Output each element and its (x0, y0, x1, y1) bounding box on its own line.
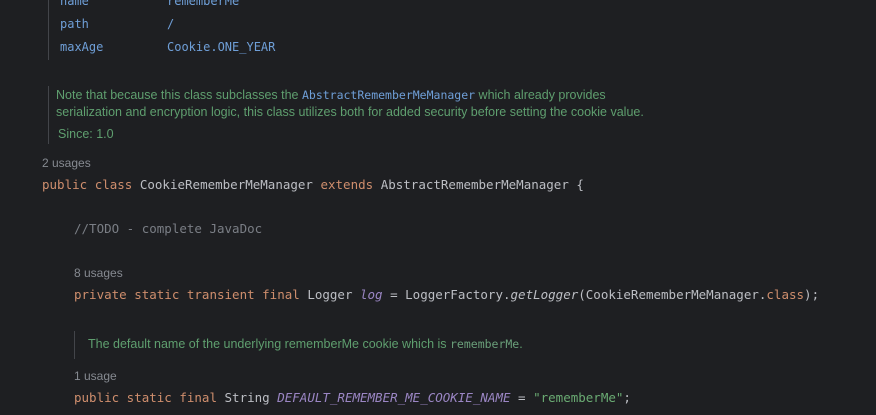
keyword: class (94, 177, 133, 192)
doc-gutter-bar (48, 86, 49, 144)
field-doc-text: The default name of the underlying remem… (88, 337, 450, 351)
doc-table-key: path (60, 17, 89, 31)
field-name[interactable]: log (360, 287, 383, 302)
doc-table-key: maxAge (60, 40, 104, 54)
doc-table-key: name (60, 0, 89, 8)
doc-table-value: Cookie.ONE_YEAR (167, 40, 276, 54)
type-name[interactable]: String (225, 390, 270, 405)
terminator: ; (623, 390, 631, 405)
class-doc-since: Since: 1.0 (58, 127, 114, 141)
usages-hint[interactable]: 8 usages (74, 266, 123, 280)
type-name[interactable]: Logger (307, 287, 352, 302)
brace: { (568, 177, 584, 192)
field-doc-line: The default name of the underlying remem… (88, 337, 523, 351)
modifiers: private static transient final (74, 287, 300, 302)
keyword: extends (320, 177, 374, 192)
class-doc-text: which already provides (475, 88, 606, 102)
assignment: = (510, 390, 534, 405)
argument: (CookieRememberMeManager. (578, 287, 767, 302)
cookie-field-declaration: public static final String DEFAULT_REMEM… (74, 390, 631, 405)
keyword: class (766, 287, 805, 302)
class-declaration: public class CookieRememberMeManager ext… (42, 177, 584, 192)
keyword: public (42, 177, 88, 192)
usages-hint[interactable]: 1 usage (74, 369, 117, 383)
field-doc-text: . (519, 337, 523, 351)
class-doc-text: Note that because this class subclasses … (56, 88, 302, 102)
class-name[interactable]: CookieRememberMeManager (140, 177, 313, 192)
class-doc-line: serialization and encryption logic, this… (56, 105, 644, 119)
usages-hint[interactable]: 2 usages (42, 156, 91, 170)
doc-gutter-bar (48, 0, 49, 60)
doc-table-value: / (167, 17, 175, 31)
string-literal: "rememberMe" (533, 390, 624, 405)
terminator: ); (804, 287, 820, 302)
todo-comment: //TODO - complete JavaDoc (74, 221, 263, 236)
assignment: = LoggerFactory. (382, 287, 511, 302)
doc-gutter-bar (74, 331, 75, 359)
field-name[interactable]: DEFAULT_REMEMBER_ME_COOKIE_NAME (277, 390, 510, 405)
method-name[interactable]: getLogger (511, 287, 579, 302)
class-doc-line: Note that because this class subclasses … (56, 88, 606, 102)
doc-table-value: rememberMe (167, 0, 240, 8)
superclass-name[interactable]: AbstractRememberMeManager (381, 177, 569, 192)
doc-inline-code: rememberMe (450, 337, 520, 351)
code-editor[interactable]: name rememberMe path / maxAge Cookie.ONE… (0, 0, 876, 415)
doc-link[interactable]: AbstractRememberMeManager (302, 88, 475, 102)
modifiers: public static final (74, 390, 217, 405)
log-field-declaration: private static transient final Logger lo… (74, 287, 819, 302)
